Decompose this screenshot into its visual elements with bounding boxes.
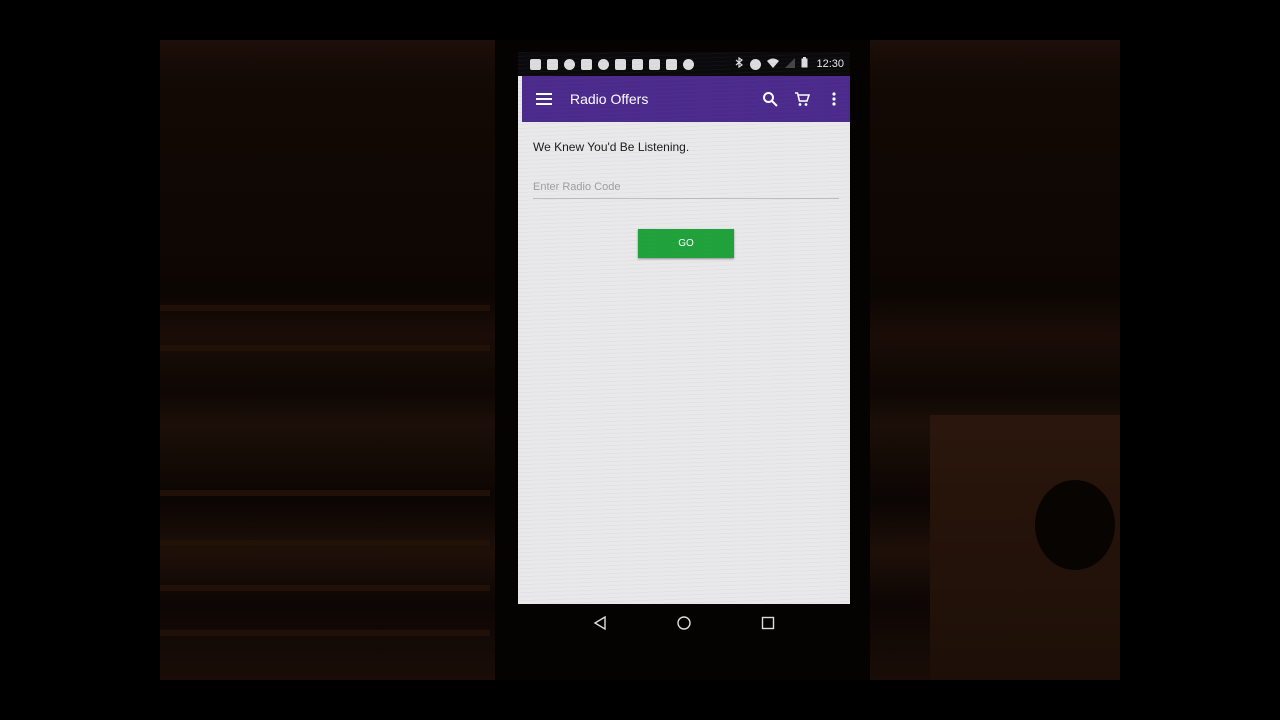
radio-code-input[interactable]: [533, 176, 839, 199]
wifi-icon: [767, 58, 780, 71]
search-icon[interactable]: [754, 83, 786, 115]
app-bar: Radio Offers: [522, 76, 850, 122]
recents-icon[interactable]: [756, 611, 780, 635]
background-stripe: [160, 540, 490, 546]
clock: 12:30: [816, 58, 844, 70]
home-icon[interactable]: [672, 611, 696, 635]
back-icon[interactable]: [588, 611, 612, 635]
notification-icons: [530, 58, 735, 70]
facebook-icon: [615, 58, 626, 70]
battery-icon: [801, 57, 808, 71]
background-stripe: [160, 585, 490, 591]
facebook-icon: [632, 58, 643, 70]
go-button[interactable]: GO: [638, 229, 734, 258]
message-icon: [530, 58, 541, 70]
facebook-icon: [547, 58, 558, 70]
status-bar: 12:30: [518, 52, 850, 76]
background-stripe: [160, 630, 490, 636]
smiley-icon: [598, 58, 609, 70]
more-vert-icon[interactable]: [818, 83, 850, 115]
translate-icon: [666, 58, 677, 70]
headline: We Knew You'd Be Listening.: [533, 140, 690, 154]
background-stripe: [160, 305, 490, 311]
menu-icon[interactable]: [536, 93, 552, 105]
bluetooth-icon: [735, 56, 744, 71]
background-knob: [1035, 480, 1115, 570]
system-icons: 12:30: [735, 56, 844, 71]
photo-icon: [649, 58, 660, 70]
background-stripe: [160, 490, 490, 496]
background-stripe: [160, 345, 490, 351]
cart-icon[interactable]: [786, 83, 818, 115]
phone-screen: 12:30 Radio Offers We Knew You'd Be List…: [518, 52, 850, 604]
alarm-icon: [750, 58, 762, 70]
wrench-icon: [581, 58, 592, 70]
smiley-icon: [683, 58, 694, 70]
main-content: We Knew You'd Be Listening. GO: [522, 122, 850, 604]
nav-bar: [518, 604, 850, 642]
page-title: Radio Offers: [570, 91, 649, 107]
alarm-icon: [564, 58, 575, 70]
signal-icon: [785, 57, 796, 71]
